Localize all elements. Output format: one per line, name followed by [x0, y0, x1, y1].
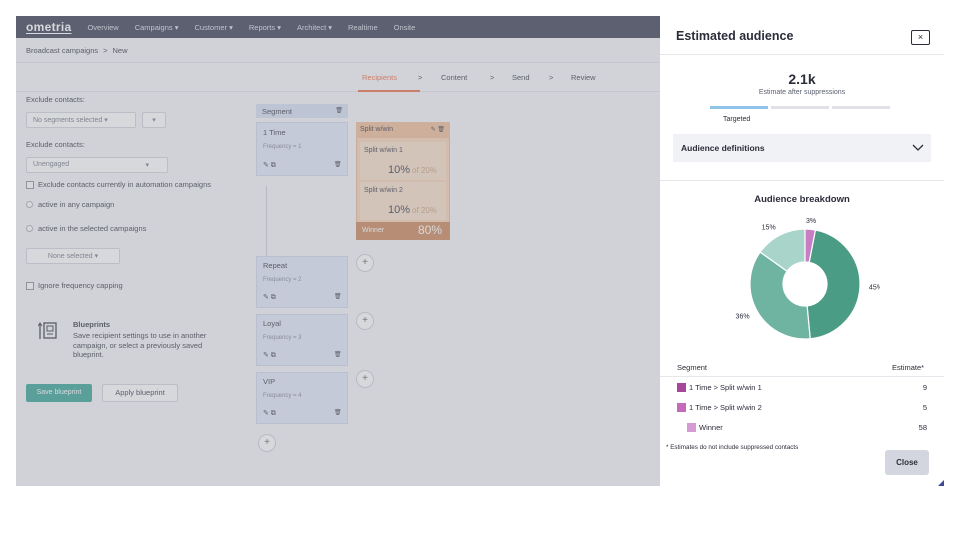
targeted-label: Targeted	[723, 116, 751, 123]
pie-slice	[806, 229, 861, 340]
panel-title: Estimated audience	[676, 29, 794, 43]
legend-swatch	[677, 403, 686, 412]
divider	[660, 54, 944, 55]
table-row-value: 9	[922, 383, 927, 392]
legend-swatch	[687, 423, 696, 432]
close-button[interactable]: Close	[885, 450, 929, 475]
table-header-segment: Segment	[677, 363, 708, 372]
chevron-down-icon	[912, 144, 924, 151]
table-row-label: 1 Time > Split w/win 1	[689, 383, 762, 392]
estimate-label: Estimate after suppressions	[758, 89, 846, 96]
pie-slice-label: 45%	[869, 285, 880, 292]
divider	[660, 376, 944, 377]
estimates-footnote: * Estimates do not include suppressed co…	[666, 444, 799, 451]
audience-definitions-accordion[interactable]: Audience definitions	[673, 134, 931, 162]
table-row-label: 1 Time > Split w/win 2	[689, 403, 762, 412]
table-row-value: 5	[922, 403, 927, 412]
pie-slice-label: 3%	[806, 218, 816, 225]
audience-pie-chart: 45% 36% 15% 3%	[736, 218, 880, 340]
divider	[660, 180, 944, 181]
estimate-value: 2.1k	[788, 71, 816, 87]
step-bar	[832, 106, 890, 109]
table-row-label: Winner	[699, 423, 723, 432]
targeted-step-bar	[710, 106, 768, 109]
close-icon[interactable]: ×	[911, 30, 930, 45]
legend-swatch	[677, 383, 686, 392]
table-row-value: 58	[918, 423, 927, 432]
step-bar	[771, 106, 829, 109]
pie-slice-label: 15%	[762, 225, 776, 232]
modal-overlay[interactable]	[16, 16, 660, 486]
table-header-estimate: Estimate*	[892, 363, 925, 372]
estimated-audience-panel: Estimated audience × 2.1k Estimate after…	[660, 16, 944, 486]
pie-slice-label: 36%	[736, 314, 750, 321]
accordion-label: Audience definitions	[681, 143, 765, 153]
breakdown-title: Audience breakdown	[754, 194, 850, 205]
